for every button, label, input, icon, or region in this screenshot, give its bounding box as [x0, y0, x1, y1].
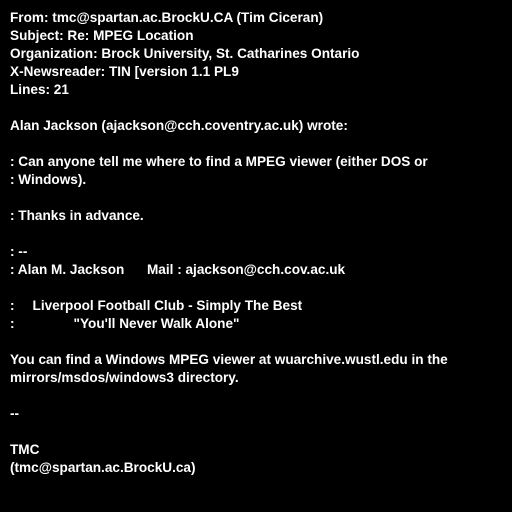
header-from: From: tmc@spartan.ac.BrockU.CA (Tim Cice…: [10, 10, 324, 25]
signature-email: (tmc@spartan.ac.BrockU.ca): [10, 460, 196, 475]
quote-attribution: Alan Jackson (ajackson@cch.coventry.ac.u…: [10, 118, 348, 133]
quoted-signature-separator: : --: [10, 244, 28, 259]
header-organization: Organization: Brock University, St. Cath…: [10, 46, 360, 61]
header-subject: Subject: Re: MPEG Location: [10, 28, 194, 43]
answer-line: mirrors/msdos/windows3 directory.: [10, 370, 239, 385]
quote-prefix: :: [10, 298, 15, 313]
quoted-club-text: Liverpool Football Club - Simply The Bes…: [32, 298, 303, 313]
quoted-question-line: : Windows).: [10, 172, 87, 187]
message-screen: From: tmc@spartan.ac.BrockU.CA (Tim Cice…: [0, 0, 512, 512]
quoted-signature-name: : Alan M. Jackson Mail : ajackson@cch.co…: [10, 262, 346, 277]
answer-line: You can find a Windows MPEG viewer at wu…: [10, 352, 448, 367]
signature-name: TMC: [10, 442, 40, 457]
quote-prefix: :: [10, 316, 15, 331]
quoted-thanks-line: : Thanks in advance.: [10, 208, 144, 223]
signature-separator: --: [10, 406, 20, 421]
header-newsreader: X-Newsreader: TIN [version 1.1 PL9: [10, 64, 239, 79]
quoted-question-line: : Can anyone tell me where to find a MPE…: [10, 154, 428, 169]
quoted-signature-motto: : "You'll Never Walk Alone": [10, 315, 330, 333]
header-lines: Lines: 21: [10, 82, 69, 97]
quoted-motto-text: "You'll Never Walk Alone": [73, 316, 240, 331]
quoted-signature-club: : Liverpool Football Club - Simply The Be…: [10, 297, 330, 315]
